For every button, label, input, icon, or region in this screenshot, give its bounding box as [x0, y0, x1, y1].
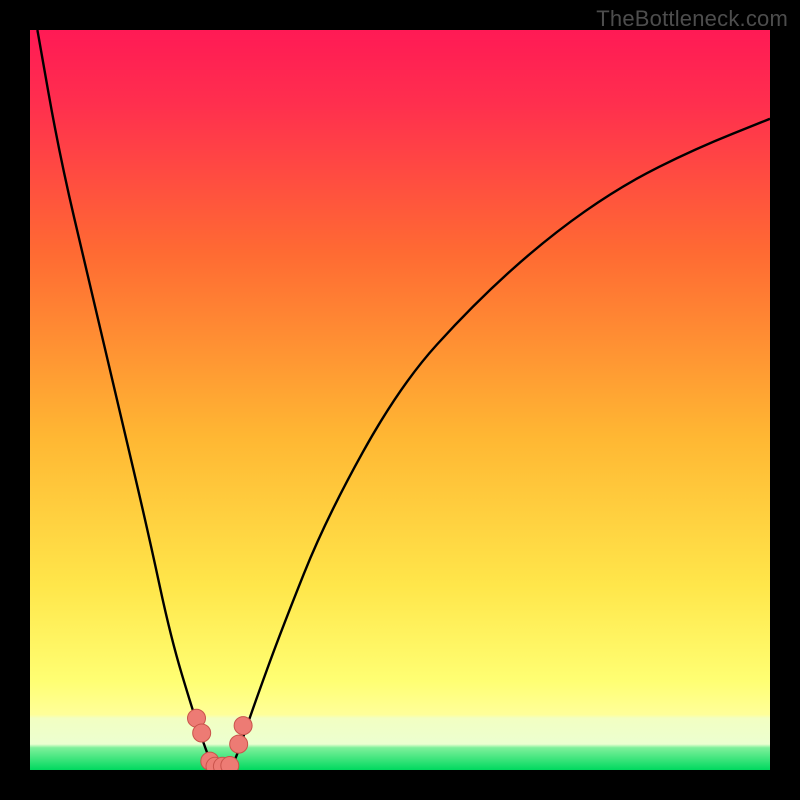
- watermark-text: TheBottleneck.com: [596, 6, 788, 32]
- bottleneck-curve: [37, 30, 770, 770]
- data-marker: [221, 757, 239, 770]
- curve-path: [37, 30, 770, 770]
- marker-group: [188, 709, 253, 770]
- data-marker: [193, 724, 211, 742]
- data-marker: [230, 735, 248, 753]
- plot-area: [30, 30, 770, 770]
- outer-frame: TheBottleneck.com: [0, 0, 800, 800]
- curve-layer: [30, 30, 770, 770]
- data-marker: [234, 717, 252, 735]
